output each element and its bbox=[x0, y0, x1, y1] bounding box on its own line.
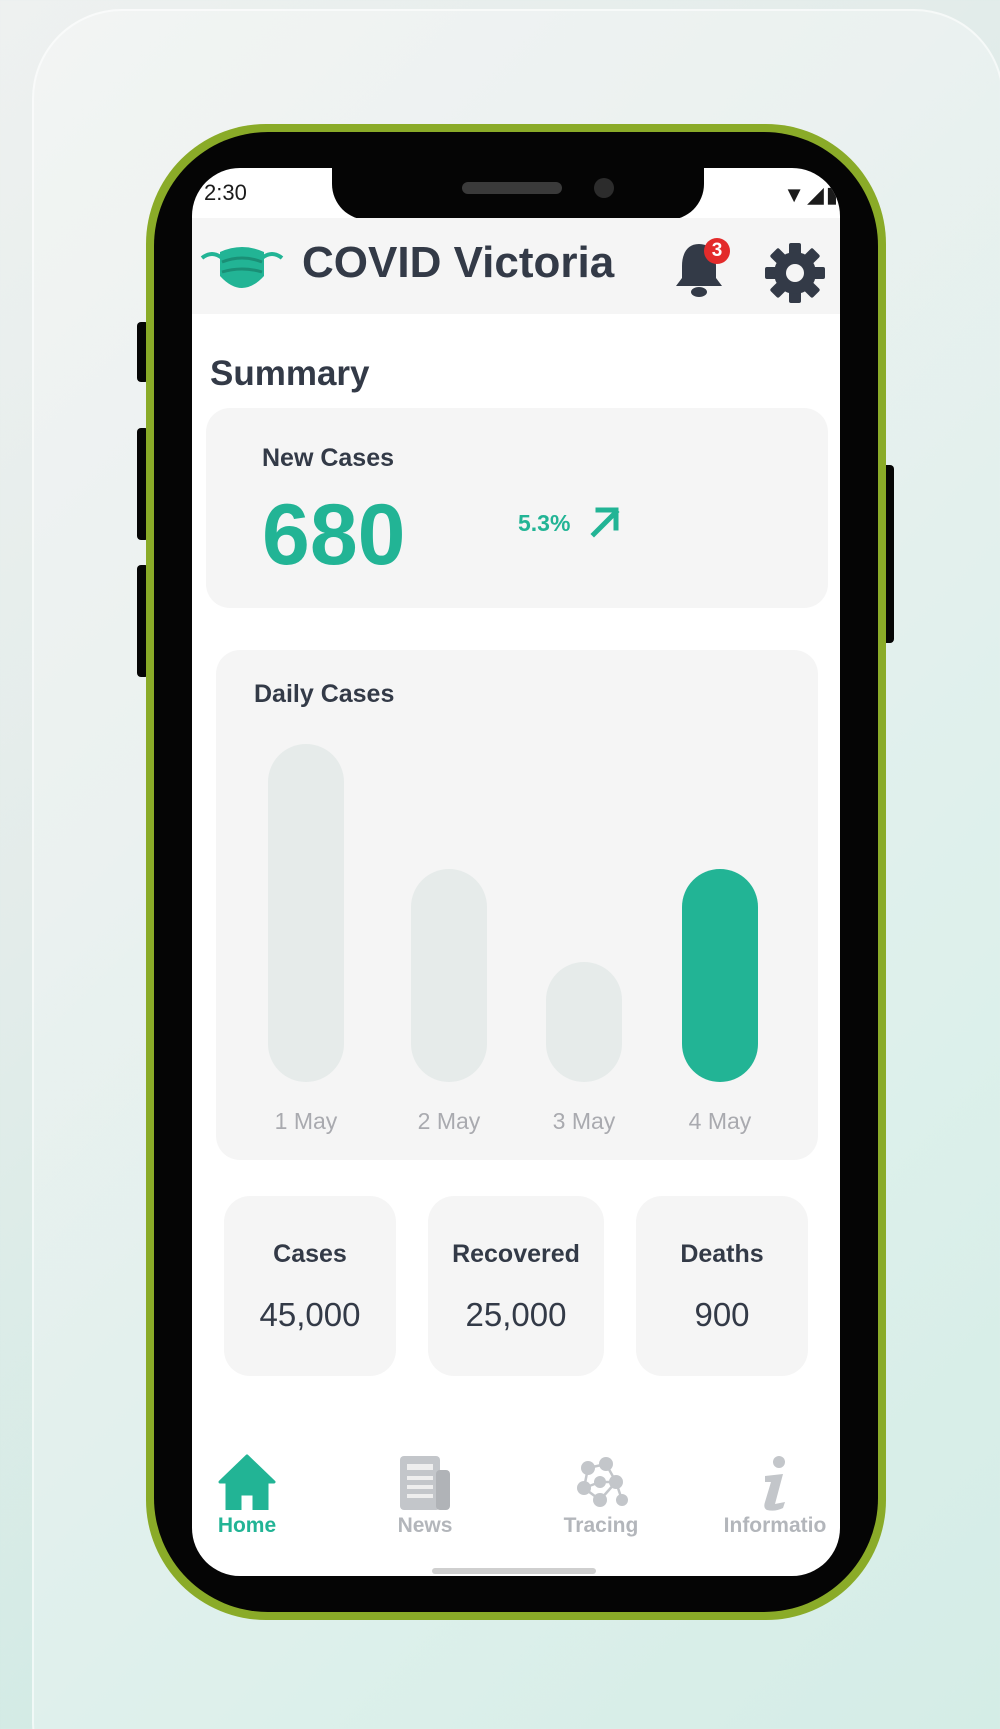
stat-value: 45,000 bbox=[259, 1296, 361, 1333]
bar-2-may bbox=[411, 869, 487, 1082]
tracing-network-icon bbox=[577, 1457, 628, 1507]
status-icons: ▼◢▮ bbox=[783, 182, 840, 207]
status-time: 2:30 bbox=[204, 180, 247, 205]
gear-icon[interactable] bbox=[764, 242, 826, 304]
x-axis-label: 2 May bbox=[417, 1108, 481, 1134]
bar-3-may bbox=[546, 962, 622, 1082]
new-cases-value: 680 bbox=[262, 487, 406, 583]
bar-4-may bbox=[682, 869, 758, 1082]
x-axis-label: 3 May bbox=[552, 1108, 616, 1134]
x-axis-label: 1 May bbox=[274, 1108, 338, 1134]
mask-icon bbox=[200, 247, 284, 288]
nav-tracing[interactable]: Tracing bbox=[526, 1454, 676, 1554]
new-cases-change: 5.3% bbox=[518, 510, 571, 536]
app-title: COVID Victoria bbox=[302, 238, 615, 287]
speaker bbox=[462, 182, 562, 194]
section-title-summary: Summary bbox=[210, 354, 370, 393]
stat-card-recovered: Recovered 25,000 bbox=[428, 1196, 604, 1376]
nav-label-tracing: Tracing bbox=[563, 1514, 639, 1537]
stat-value: 25,000 bbox=[465, 1296, 567, 1333]
nav-home[interactable]: Home bbox=[192, 1454, 322, 1554]
home-icon bbox=[218, 1454, 276, 1510]
daily-cases-label: Daily Cases bbox=[254, 680, 395, 708]
nav-label-information: Informatio bbox=[723, 1514, 827, 1537]
bar-1-may bbox=[268, 744, 344, 1082]
stat-card-cases: Cases 45,000 bbox=[224, 1196, 396, 1376]
x-axis-label: 4 May bbox=[688, 1108, 752, 1134]
nav-information[interactable]: Informatio bbox=[700, 1454, 840, 1554]
newspaper-icon bbox=[400, 1456, 450, 1510]
nav-label-home: Home bbox=[217, 1514, 277, 1537]
daily-cases-card: Daily Cases 1 May 2 May 3 May 4 May bbox=[216, 650, 818, 1160]
nav-label-news: News bbox=[397, 1514, 453, 1537]
new-cases-card: New Cases 680 5.3% bbox=[206, 408, 828, 608]
notch bbox=[332, 168, 704, 220]
stat-value: 900 bbox=[694, 1296, 750, 1333]
notification-badge: 3 bbox=[704, 238, 730, 264]
stat-label: Recovered bbox=[452, 1240, 580, 1268]
arrow-up-right-icon bbox=[590, 507, 620, 538]
phone-screen: 2:30 ▼◢▮ COVID Victoria 3 Summary New Ca… bbox=[192, 168, 840, 1576]
stat-label: Deaths bbox=[680, 1240, 764, 1268]
nav-news[interactable]: News bbox=[350, 1454, 500, 1554]
info-icon bbox=[764, 1456, 785, 1511]
stat-card-deaths: Deaths 900 bbox=[636, 1196, 808, 1376]
home-indicator bbox=[432, 1568, 596, 1574]
stat-label: Cases bbox=[273, 1240, 347, 1268]
new-cases-label: New Cases bbox=[262, 444, 395, 472]
camera bbox=[594, 178, 614, 198]
app-bar: COVID Victoria 3 bbox=[192, 218, 840, 314]
